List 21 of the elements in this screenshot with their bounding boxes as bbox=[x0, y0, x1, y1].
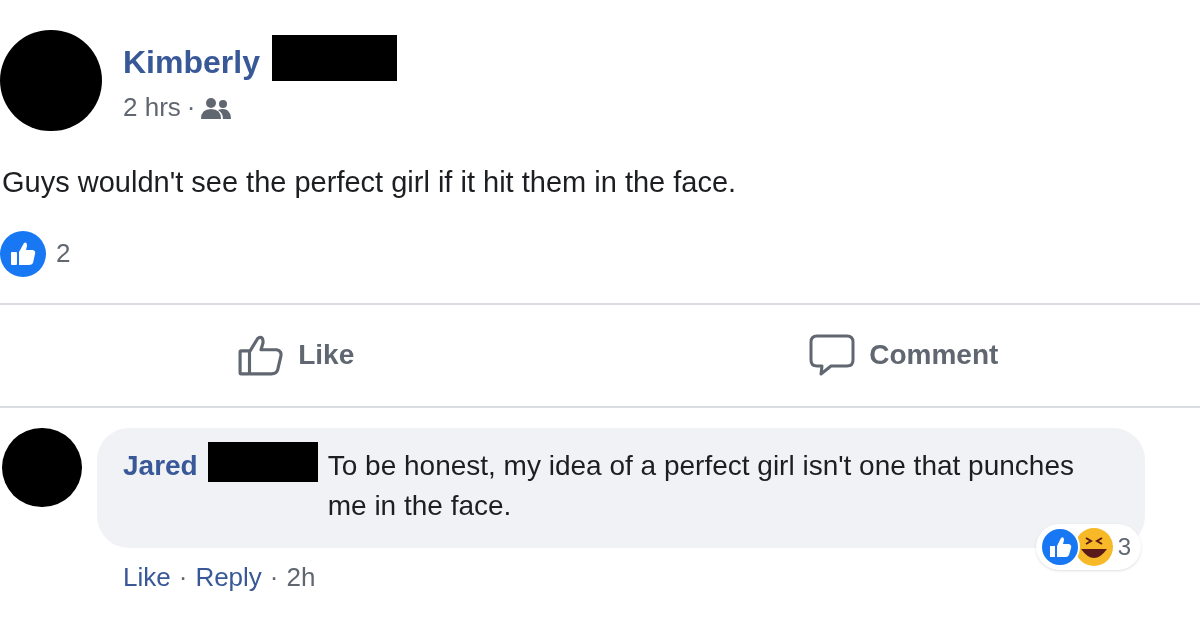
reactions-pill[interactable]: 3 bbox=[1035, 523, 1141, 570]
separator: · bbox=[269, 560, 279, 594]
friends-icon bbox=[201, 96, 232, 119]
reaction-count[interactable]: 2 bbox=[56, 234, 71, 273]
reaction-count[interactable]: 3 bbox=[1117, 528, 1131, 565]
comment-text: To be honest, my idea of a perfect girl isn't one that punches me in the face. bbox=[327, 448, 1075, 523]
like-button[interactable]: Like bbox=[238, 334, 355, 376]
commenter-name[interactable]: Jared bbox=[123, 445, 198, 486]
comment-time[interactable]: 2h bbox=[286, 557, 316, 597]
thumbs-up-icon bbox=[238, 334, 285, 376]
comment-action-link[interactable]: Like bbox=[123, 557, 171, 597]
post-time[interactable]: 2 hrs bbox=[123, 88, 181, 127]
comment-button[interactable]: Comment bbox=[809, 333, 999, 377]
comment-action-link[interactable]: Reply bbox=[195, 557, 262, 597]
post-text: Guys wouldn't see the perfect girl if it hit them in the face. bbox=[1, 165, 738, 200]
separator: · bbox=[186, 91, 196, 124]
like-laugh-reaction-icon bbox=[1039, 526, 1114, 567]
author-name[interactable]: Kimberly bbox=[123, 38, 260, 86]
speech-bubble-icon bbox=[809, 333, 856, 377]
separator: · bbox=[178, 560, 188, 594]
like-reaction-icon bbox=[0, 230, 46, 277]
